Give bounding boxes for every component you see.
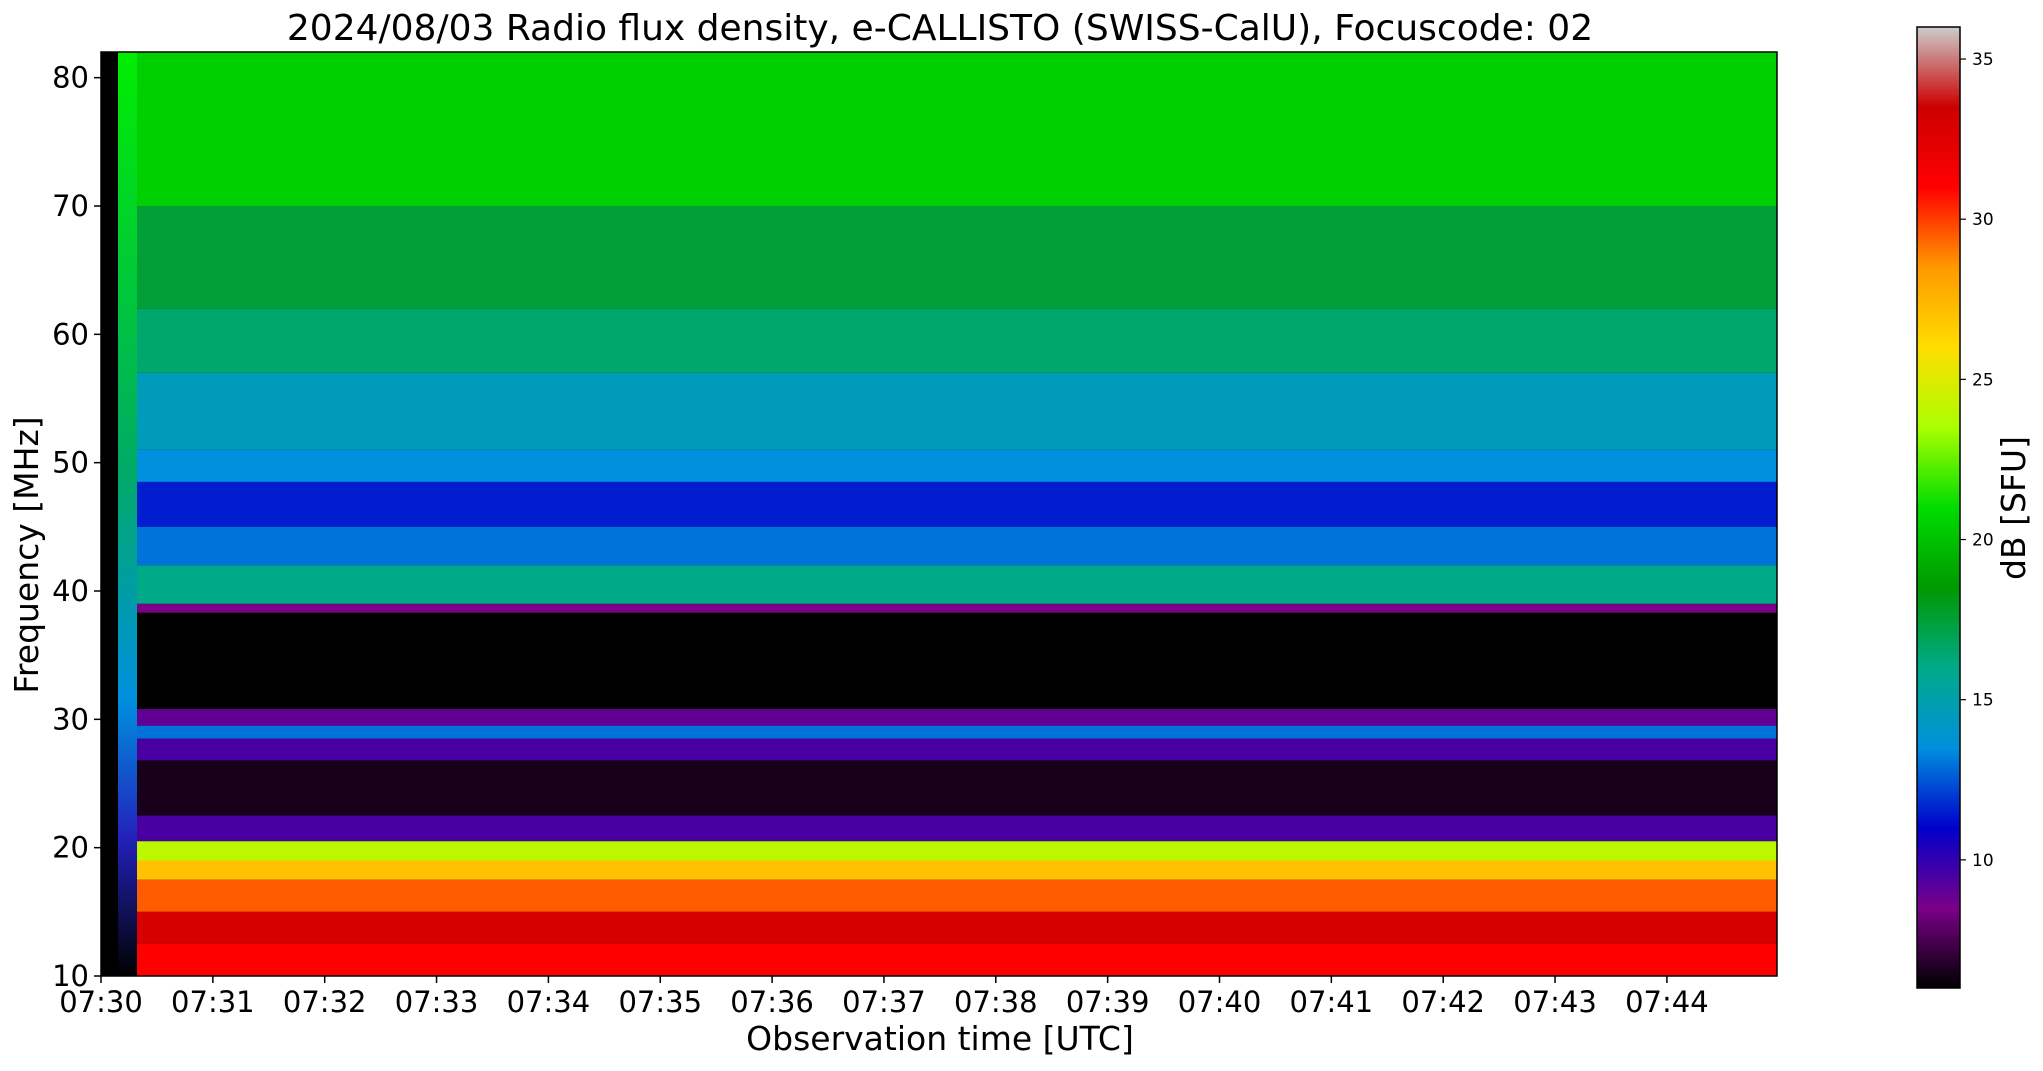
spectrum-band (137, 603, 1777, 613)
chart-svg: 2024/08/03 Radio flux density, e-CALLIST… (7, 8, 2033, 1058)
spectrum-band (137, 841, 1777, 861)
x-tick-label: 07:43 (1513, 985, 1597, 1019)
colorbar-gradient (1916, 26, 1961, 989)
spectrum-band (137, 815, 1777, 842)
y-tick-label: 40 (52, 574, 89, 608)
x-tick-label: 07:40 (1178, 985, 1262, 1019)
x-tick-label: 07:41 (1290, 985, 1374, 1019)
spectrum-band (137, 879, 1777, 912)
colorbar: 10 15 20 25 30 35 (1916, 26, 1994, 989)
x-tick-label: 07:31 (171, 985, 255, 1019)
colorbar-tick-label: 10 (1972, 851, 1994, 871)
x-tick-label: 07:42 (1401, 985, 1485, 1019)
spectrum-band (137, 308, 1777, 373)
y-tick-label: 20 (52, 831, 89, 865)
x-tick-label: 07:32 (283, 985, 367, 1019)
y-tick-label: 50 (52, 446, 89, 480)
spectrum-band (137, 943, 1777, 976)
x-tick-label: 07:37 (842, 985, 926, 1019)
spectrogram-figure: 2024/08/03 Radio flux density, e-CALLIST… (0, 0, 2043, 1067)
spectrum-band (137, 760, 1777, 816)
spectrum-band (137, 860, 1777, 880)
x-tick-label: 07:38 (954, 985, 1038, 1019)
spectrum-band (137, 612, 1777, 710)
colorbar-tick-label: 30 (1972, 210, 1994, 230)
y-axis: 10 20 30 40 50 60 70 80 (52, 61, 101, 993)
spectrum-band (137, 372, 1777, 450)
spectrum-band (137, 449, 1777, 482)
plot-area (100, 51, 1778, 977)
spectrum-band (137, 911, 1777, 944)
colorbar-tick-label: 15 (1972, 691, 1994, 711)
x-tick-label: 07:36 (730, 985, 814, 1019)
spectrum-band (137, 52, 1777, 206)
x-tick-label: 07:39 (1066, 985, 1150, 1019)
spectrum-band (137, 565, 1777, 604)
spectrum-band (137, 738, 1777, 761)
colorbar-tick-label: 35 (1972, 50, 1994, 70)
spectrum-band (137, 481, 1777, 527)
y-tick-label: 30 (52, 702, 89, 736)
y-tick-label: 10 (52, 959, 89, 993)
x-tick-label: 07:34 (507, 985, 591, 1019)
y-axis-label: Frequency [MHz] (7, 416, 46, 693)
x-axis-label: Observation time [UTC] (746, 1019, 1134, 1058)
spectrum-band (137, 526, 1777, 566)
y-tick-label: 60 (52, 317, 89, 351)
colorbar-tick-label: 20 (1972, 531, 1994, 551)
y-tick-label: 80 (52, 61, 89, 95)
chart-title: 2024/08/03 Radio flux density, e-CALLIST… (287, 8, 1593, 49)
x-tick-label: 07:35 (618, 985, 702, 1019)
spectrum-band (137, 725, 1777, 739)
calibration-strip (118, 52, 137, 976)
y-tick-label: 70 (52, 189, 89, 223)
x-tick-label: 07:44 (1625, 985, 1709, 1019)
spectrum-band (137, 709, 1777, 726)
x-tick-label: 07:33 (395, 985, 479, 1019)
spectrum-band (137, 206, 1777, 309)
colorbar-label: dB [SFU] (1994, 436, 2033, 580)
x-axis: 07:30 07:31 07:32 07:33 07:34 07:35 07:36 07:37… (59, 976, 1709, 1019)
colorbar-tick-label: 25 (1972, 370, 1994, 390)
